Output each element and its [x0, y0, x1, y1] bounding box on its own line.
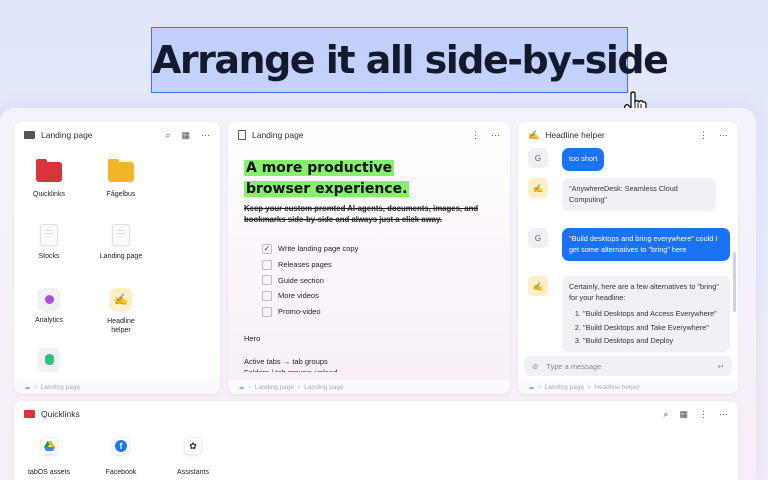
quicklink-facebook[interactable]: f Facebook [86, 437, 156, 476]
assistant-avatar-pen-icon: ✍ [528, 178, 548, 198]
cloud-icon: ☁ [24, 384, 31, 391]
left-pane-header: Landing page ⌕ ▦ ⋯ [14, 122, 220, 148]
left-pane-title: Landing page [41, 130, 93, 140]
cloud-icon: ☁ [238, 384, 245, 391]
strikethrough-paragraph: Keep your custom promted AI-agents, docu… [244, 204, 479, 224]
folder-icon [24, 131, 35, 139]
green-app-icon [38, 348, 60, 370]
checklist: ✓ Write landing page copy Releases pages … [262, 241, 498, 319]
more-vertical-icon[interactable]: ⋮ [699, 409, 708, 420]
tile-fagelbus[interactable]: Fågelbus [86, 159, 156, 198]
checklist-item[interactable]: ✓ Write landing page copy [262, 241, 498, 257]
user-avatar: G [528, 228, 548, 248]
document-small-icon [238, 130, 246, 140]
checklist-item[interactable]: Promo-video [262, 304, 498, 320]
bottom-pane-title: Quicklinks [41, 409, 80, 419]
red-folder-icon [24, 410, 35, 418]
left-pane: Landing page ⌕ ▦ ⋯ Quicklinks Fågelbus S… [14, 122, 220, 394]
folders-text: Folders / tab groups: upload [244, 367, 498, 372]
document-icon [40, 224, 58, 246]
checklist-item[interactable]: Releases pages [262, 257, 498, 273]
checkbox-icon[interactable] [262, 290, 272, 301]
middle-pane-header: Landing page ⋮ ⋯ [228, 122, 510, 148]
chat-message-user: G too short [528, 148, 605, 171]
right-pane: ✍ Headline helper ⋮ ⋯ G too short ✍ "Any… [518, 122, 738, 394]
tile-analytics[interactable]: Analytics [14, 288, 84, 324]
chat-message-assistant: ✍ "AnywhereDesk: Seamless Cloud Computin… [528, 178, 716, 211]
red-folder-icon [36, 159, 62, 182]
more-icon[interactable]: ⋯ [719, 409, 728, 420]
chat-message-user: G "Build desktops and bring everywhere" … [528, 228, 730, 261]
more-icon[interactable]: ⋯ [491, 130, 500, 141]
quicklink-assistants[interactable]: ✿ Assistants [158, 437, 228, 476]
more-vertical-icon[interactable]: ⋮ [699, 130, 708, 141]
attach-icon[interactable]: ⊘ [532, 362, 538, 371]
search-icon[interactable]: ⌕ [165, 130, 170, 141]
chat-message-assistant: ✍ Certainly, here are a few alternatives… [528, 276, 730, 352]
google-drive-icon [40, 437, 58, 455]
facebook-icon: f [112, 437, 130, 455]
hero-text: Hero [244, 334, 261, 344]
right-pane-footer: ☁ › Landing page › Headline helper [518, 380, 738, 394]
analytics-app-icon [38, 288, 60, 310]
middle-pane-title: Landing page [252, 130, 304, 140]
tile-stocks[interactable]: Stocks [14, 224, 84, 260]
checklist-item[interactable]: Guide section [262, 272, 498, 288]
tile-quicklinks[interactable]: Quicklinks [14, 159, 84, 198]
page-headline: Arrange it all side-by-side [152, 38, 669, 82]
checklist-item[interactable]: More videos [262, 288, 498, 304]
left-pane-footer: ☁ › Landing page [14, 380, 220, 394]
document-icon [112, 224, 130, 246]
user-avatar: G [528, 148, 548, 168]
yellow-folder-icon [108, 159, 134, 182]
search-icon[interactable]: ⌕ [663, 409, 668, 420]
headline-helper-icon: ✍ [110, 288, 132, 310]
more-vertical-icon[interactable]: ⋮ [471, 130, 480, 141]
bottom-pane-header: Quicklinks ⌕ ▦ ⋮ ⋯ [14, 401, 738, 427]
send-icon[interactable]: ↵ [718, 362, 724, 371]
checkbox-checked-icon[interactable]: ✓ [262, 243, 272, 254]
grid-view-icon[interactable]: ▦ [679, 409, 688, 420]
right-pane-title: Headline helper [545, 130, 605, 140]
more-icon[interactable]: ⋯ [719, 130, 728, 141]
checkbox-icon[interactable] [262, 306, 272, 317]
tile-landing-page[interactable]: Landing page [86, 224, 156, 260]
tile-partial[interactable] [14, 348, 84, 377]
openai-icon: ✿ [184, 437, 202, 455]
quicklink-tabos-assets[interactable]: tabOS assets [14, 437, 84, 476]
middle-pane: Landing page ⋮ ⋯ A more productive brows… [228, 122, 510, 394]
checkbox-icon[interactable] [262, 259, 272, 270]
assistant-avatar-pen-icon: ✍ [528, 276, 548, 296]
right-pane-header: ✍ Headline helper ⋮ ⋯ [518, 122, 738, 148]
checkbox-icon[interactable] [262, 275, 272, 286]
browser-app-frame: Landing page ⌕ ▦ ⋯ Quicklinks Fågelbus S… [0, 108, 756, 480]
active-tabs-text: Active tabs → tab groups [244, 357, 328, 367]
message-input[interactable]: ⊘ Type a message ↵ [524, 356, 732, 376]
document-editor[interactable]: A more productive browser experience. Ke… [244, 158, 498, 372]
tile-headline-helper[interactable]: ✍ Headline helper [86, 288, 156, 335]
highlighted-heading-line1: A more productive [244, 160, 395, 176]
highlighted-heading-line2: browser experience. [244, 181, 410, 197]
pen-icon: ✍ [528, 129, 540, 140]
grid-view-icon[interactable]: ▦ [181, 130, 190, 141]
headline-selection: Arrange it all side-by-side [151, 27, 669, 93]
cloud-icon: ☁ [528, 384, 535, 391]
middle-pane-footer: ☁ › Landing page › Landing page [228, 380, 510, 394]
bottom-pane: Quicklinks ⌕ ▦ ⋮ ⋯ tabOS assets f Facebo… [14, 401, 738, 480]
more-icon[interactable]: ⋯ [201, 130, 210, 141]
chat-scrollbar[interactable] [733, 252, 736, 312]
